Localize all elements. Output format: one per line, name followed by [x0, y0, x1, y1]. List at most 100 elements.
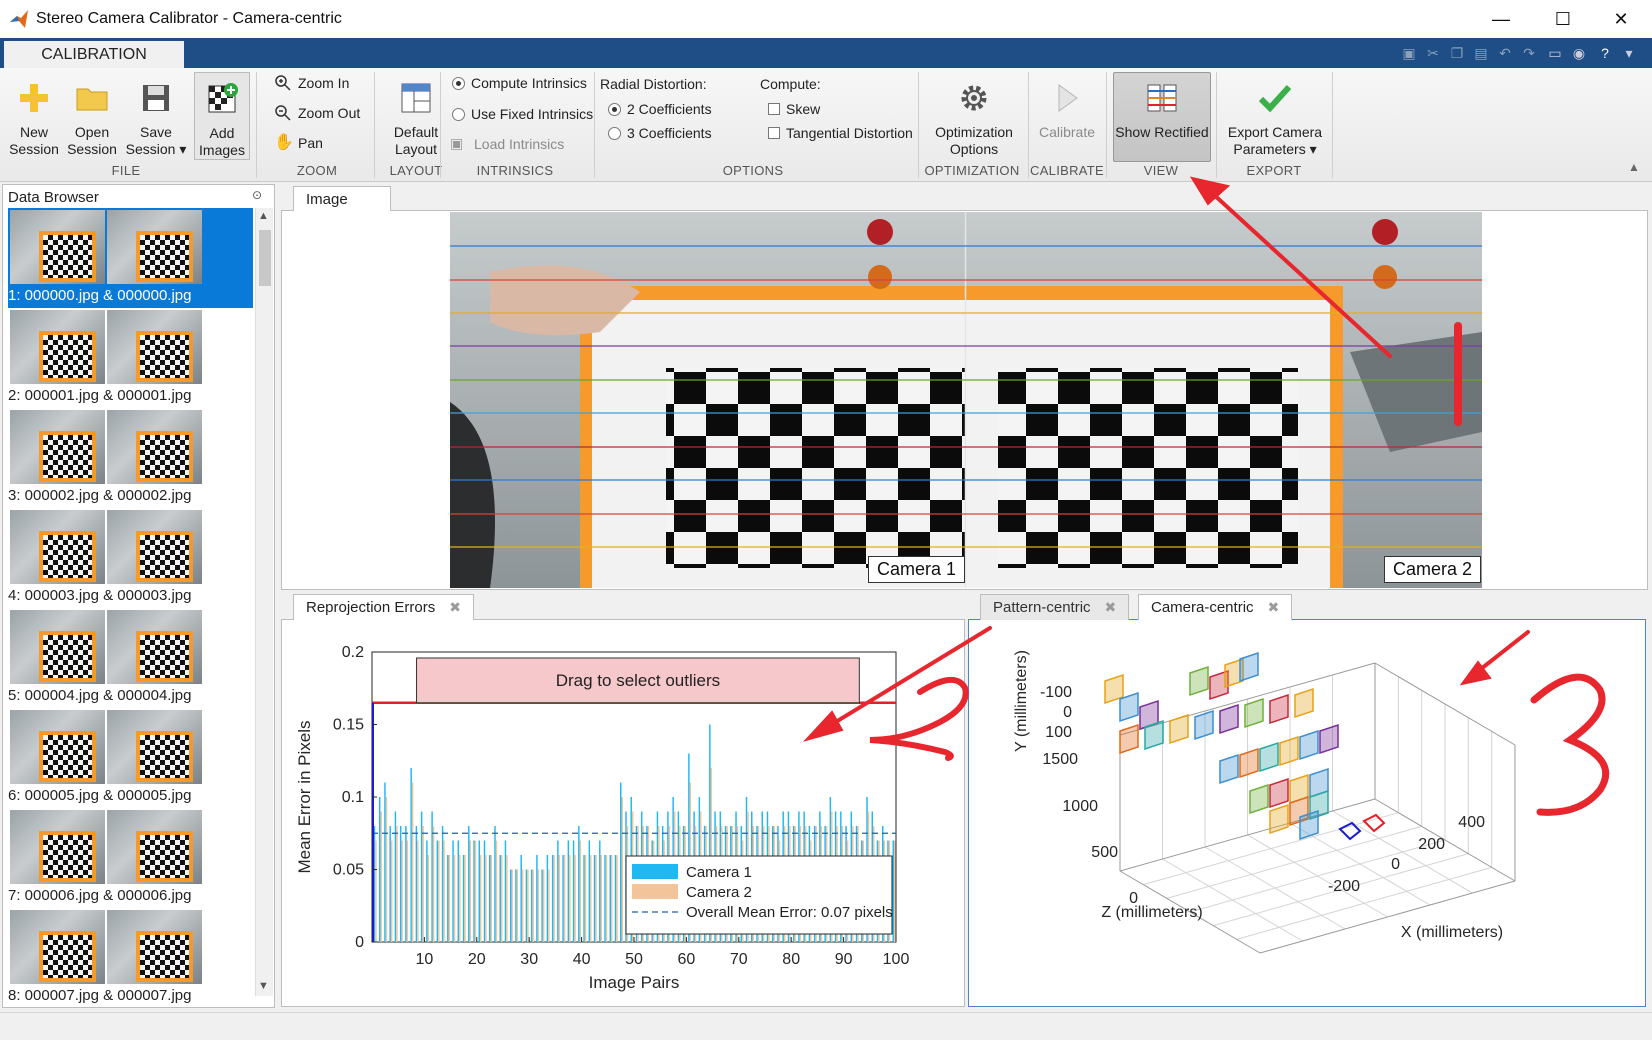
reprojection-error-chart[interactable]: Drag to select outliers 0.2 0.15 0.1 0.05 0 10…: [282, 620, 964, 1006]
bar-camera2: [611, 855, 613, 942]
calibration-pattern-plane: [1269, 777, 1289, 809]
bar-camera1: [541, 869, 543, 942]
qa-copy-icon[interactable]: ❐: [1446, 42, 1468, 64]
optimization-options-button[interactable]: Optimization Options: [928, 72, 1020, 158]
bar-camera2: [506, 855, 508, 942]
qa-layout-icon[interactable]: ▭: [1544, 42, 1566, 64]
bar-camera2: [464, 855, 466, 942]
matlab-logo-icon: [10, 10, 28, 28]
minimize-button[interactable]: —: [1470, 0, 1532, 38]
thumbnail-label: 1: 000000.jpg & 000000.jpg: [8, 287, 192, 304]
close-tab-icon[interactable]: ✖: [449, 599, 461, 616]
bar-camera1: [572, 840, 575, 942]
bar-camera2: [490, 855, 492, 942]
tangential-checkbox[interactable]: Tangential Distortion: [768, 125, 913, 141]
qa-paste-icon[interactable]: ▤: [1470, 42, 1492, 64]
thumbnail-label: 3: 000002.jpg & 000002.jpg: [8, 487, 192, 504]
x-tick-label: 60: [678, 951, 696, 968]
scroll-up-icon[interactable]: ▲: [258, 210, 269, 222]
qa-more-icon[interactable]: ▾: [1618, 42, 1640, 64]
x-tick-label: 30: [520, 951, 538, 968]
close-window-button[interactable]: ✕: [1590, 0, 1652, 38]
calibration-pattern-plane: [1119, 723, 1139, 755]
bar-camera1: [530, 869, 533, 942]
tab-reprojection-errors[interactable]: Reprojection Errors ✖: [293, 594, 474, 620]
add-images-button[interactable]: Add Images: [194, 72, 250, 160]
z-tick-label: 500: [1091, 844, 1118, 861]
x-tick-label: 0: [1391, 856, 1400, 873]
bar-camera2: [563, 855, 566, 942]
scrollbar-thumb[interactable]: [259, 230, 271, 286]
bar-camera1: [567, 840, 570, 942]
zoom-out-button[interactable]: Zoom Out: [274, 104, 360, 122]
qa-cut-icon[interactable]: ✂: [1422, 42, 1444, 64]
collapse-ribbon-icon[interactable]: ▲: [1628, 160, 1640, 174]
skew-checkbox[interactable]: Skew: [768, 101, 820, 117]
camera-centric-3d-plot[interactable]: -1000100150010005000-2000200400Y (millim…: [970, 621, 1645, 1005]
x-axis-label: Image Pairs: [589, 973, 680, 992]
thumbnail-item[interactable]: 5: 000004.jpg & 000004.jpg: [8, 608, 253, 708]
three-coefficients-radio[interactable]: 3 Coefficients: [608, 125, 712, 141]
help-icon[interactable]: ?: [1594, 42, 1616, 64]
thumbnail-item[interactable]: 6: 000005.jpg & 000005.jpg: [8, 708, 253, 808]
bar-camera1: [489, 855, 491, 942]
tab-camera-centric[interactable]: Camera-centric ✖: [1138, 594, 1293, 620]
bar-camera2: [532, 869, 534, 942]
bar-camera2: [595, 855, 597, 942]
bar-camera2: [521, 869, 524, 942]
thumbnail-image-pair: [10, 210, 202, 284]
compute-intrinsics-radio[interactable]: Compute Intrinsics: [452, 75, 587, 91]
tab-calibration[interactable]: CALIBRATION: [4, 41, 184, 69]
bar-camera2: [422, 826, 424, 942]
new-session-button[interactable]: New Session: [6, 72, 62, 158]
radio-off: [608, 126, 621, 140]
layout-icon: [401, 83, 431, 113]
bar-camera1: [431, 811, 433, 942]
thumbnail-item[interactable]: 7: 000006.jpg & 000006.jpg: [8, 808, 253, 908]
tab-image[interactable]: Image: [293, 186, 391, 211]
maximize-button[interactable]: ☐: [1532, 0, 1594, 38]
calibration-pattern-plane: [1279, 735, 1299, 767]
bar-camera2: [569, 855, 571, 942]
bar-camera1: [452, 840, 454, 942]
show-rectified-button[interactable]: Show Rectified: [1114, 72, 1210, 141]
qa-redo-icon[interactable]: ↷: [1518, 42, 1540, 64]
bar-camera1: [394, 811, 397, 942]
bar-camera1: [604, 855, 606, 942]
bar-camera2: [605, 855, 608, 942]
y-tick-label: 0: [355, 934, 364, 951]
close-tab-icon[interactable]: ✖: [1105, 599, 1117, 616]
bar-camera1: [588, 840, 591, 942]
default-layout-button[interactable]: Default Layout: [378, 72, 454, 158]
bar-camera2: [432, 826, 435, 942]
section-optimization: OPTIMIZATION: [924, 163, 1020, 178]
qa-undo-icon[interactable]: ↶: [1494, 42, 1516, 64]
tab-pattern-centric[interactable]: Pattern-centric ✖: [980, 594, 1130, 620]
x-tick-label: 200: [1418, 836, 1445, 853]
pan-button[interactable]: ✋ Pan: [274, 134, 323, 152]
zoom-in-button[interactable]: Zoom In: [274, 74, 349, 92]
y-axis-label: Mean Error in Pixels: [295, 720, 314, 873]
calibration-pattern-plane: [1294, 687, 1314, 719]
qa-save-icon[interactable]: ▣: [1398, 42, 1420, 64]
load-intrinsics-button[interactable]: ▣ Load Intrinsics: [450, 135, 564, 153]
data-browser-menu-icon[interactable]: ⊙: [252, 188, 262, 202]
thumbnail-item[interactable]: 2: 000001.jpg & 000001.jpg: [8, 308, 253, 408]
thumbnail-item[interactable]: 8: 000007.jpg & 000007.jpg: [8, 908, 253, 1008]
thumbnail-item[interactable]: 1: 000000.jpg & 000000.jpg: [8, 208, 253, 308]
thumbnail-item[interactable]: 4: 000003.jpg & 000003.jpg: [8, 508, 253, 608]
fixed-intrinsics-radio[interactable]: Use Fixed Intrinsics: [452, 106, 593, 122]
thumbnail-item[interactable]: 3: 000002.jpg & 000002.jpg: [8, 408, 253, 508]
export-camera-parameters-button[interactable]: Export Camera Parameters ▾: [1220, 72, 1330, 158]
calibrate-button[interactable]: Calibrate: [1030, 72, 1104, 141]
close-tab-icon[interactable]: ✖: [1268, 599, 1280, 616]
bar-camera1: [447, 855, 449, 942]
play-icon: [1058, 84, 1078, 112]
data-browser-scrollbar[interactable]: ▲ ▼: [255, 208, 273, 996]
scroll-down-icon[interactable]: ▼: [258, 980, 269, 992]
save-session-button[interactable]: Save Session ▾: [124, 72, 188, 158]
bar-camera1: [420, 811, 423, 942]
qa-search-icon[interactable]: ◉: [1568, 42, 1590, 64]
open-session-button[interactable]: Open Session: [64, 72, 120, 158]
two-coefficients-radio[interactable]: 2 Coefficients: [608, 101, 712, 117]
